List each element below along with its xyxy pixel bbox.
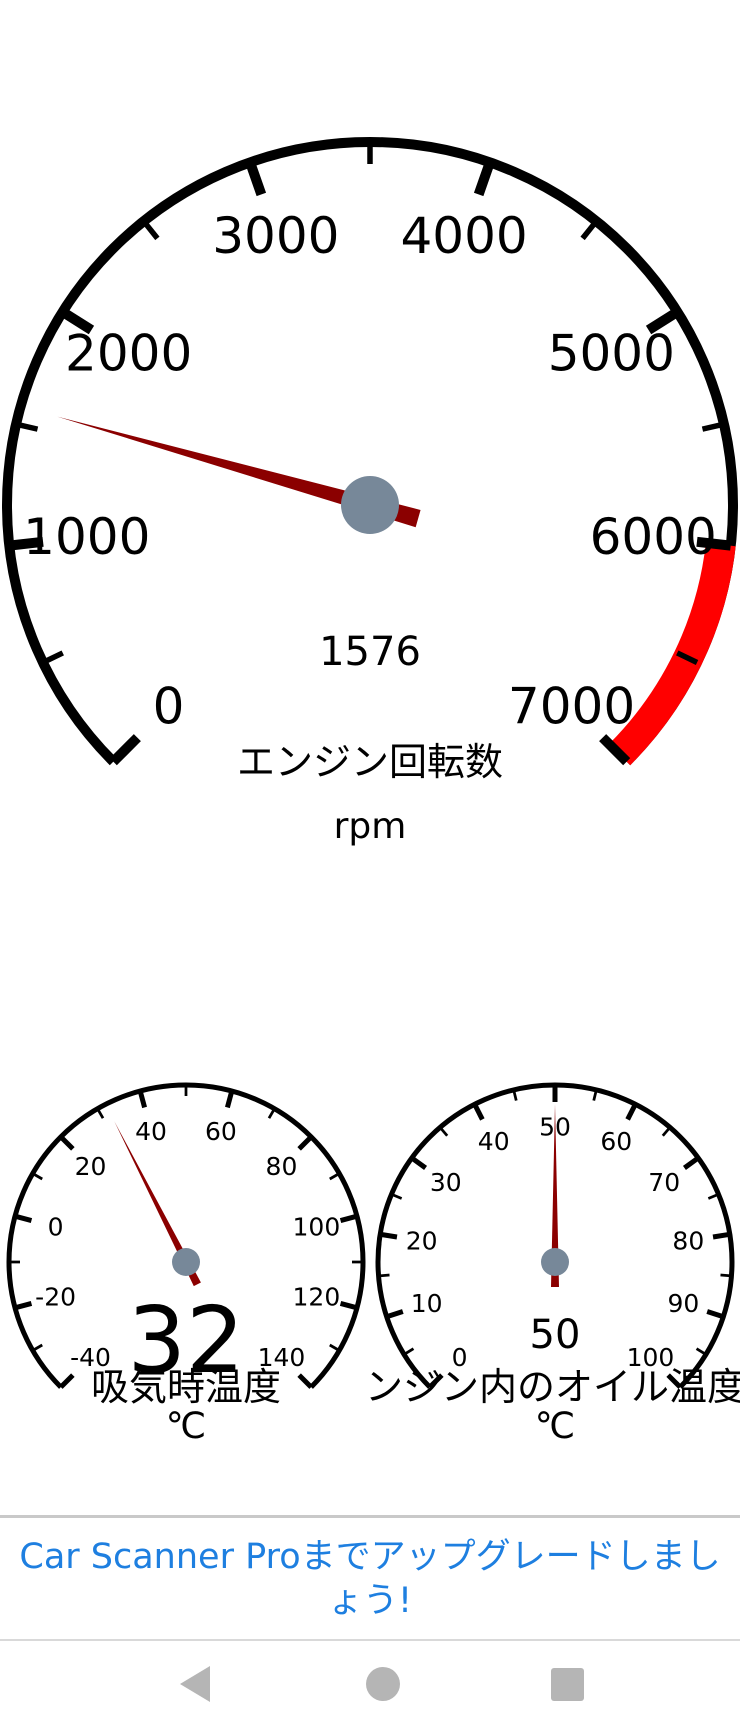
rpm-tick-label: 0 <box>153 678 185 736</box>
oil-temp-unit: ℃ <box>535 1406 575 1447</box>
system-nav-bar <box>0 1641 740 1727</box>
intake-temp-tick-label: 20 <box>75 1152 107 1181</box>
oil-temp-major-tick <box>385 1309 404 1320</box>
intake-temp-tick-label: 80 <box>266 1152 298 1181</box>
intake-temp-gauge: -40-2002040 6080100120140 32 吸気時温度 ℃ <box>6 1082 366 1447</box>
upgrade-pro-link[interactable]: Car Scanner Proまでアップグレードしましょう! <box>0 1535 740 1623</box>
back-button[interactable] <box>174 1663 216 1705</box>
rpm-tick-label: 3000 <box>212 207 339 265</box>
rpm-minor-tick <box>580 219 599 241</box>
intake-temp-major-tick <box>297 1135 313 1151</box>
oil-temp-tick-label: 60 <box>600 1127 632 1156</box>
intake-temp-minor-tick <box>267 1108 276 1119</box>
recent-square-icon <box>550 1667 584 1701</box>
oil-temp-tick-label: 20 <box>406 1226 438 1255</box>
oil-temp-major-tick <box>472 1103 485 1121</box>
intake-temp-major-tick <box>14 1213 33 1224</box>
gauges-panel: 0100020003000 4000500060007000 1576 エンジン回… <box>2 137 740 1447</box>
rpm-tick-label: 5000 <box>548 324 675 382</box>
rpm-tick-label: 4000 <box>401 207 528 265</box>
intake-temp-major-tick <box>14 1300 33 1311</box>
oil-temp-major-tick <box>379 1231 398 1240</box>
oil-temp-title: エンジン内のオイル温度 <box>327 1365 740 1409</box>
oil-temp-tick-label: 30 <box>430 1168 462 1197</box>
intake-temp-major-tick <box>224 1090 235 1109</box>
oil-temp-value: 50 <box>530 1312 581 1358</box>
rpm-needle-hub <box>341 476 399 534</box>
back-triangle-icon <box>180 1666 210 1702</box>
intake-temp-tick-label: -20 <box>35 1282 76 1311</box>
rpm-title: エンジン回転数 <box>237 740 503 784</box>
oil-temp-minor-tick <box>707 1192 720 1200</box>
rpm-gauge: 0 1000 2000 3000 4000 5000 6000 7000 1576 エンジン回… <box>2 137 738 847</box>
oil-temp-tick-label: 90 <box>667 1289 699 1318</box>
rpm-unit: rpm <box>334 806 407 847</box>
rpm-major-tick <box>473 160 495 197</box>
oil-temp-tick-label: 10 <box>411 1289 443 1318</box>
home-circle-icon <box>366 1667 400 1701</box>
rpm-value: 1576 <box>319 629 421 675</box>
oil-temp-minor-tick <box>378 1273 390 1278</box>
intake-temp-minor-tick <box>96 1108 105 1119</box>
oil-temp-gauge: 0102030405060708090100 50 エンジン内のオイル温度 ℃ <box>327 1082 740 1447</box>
oil-temp-needle-hub <box>541 1248 569 1276</box>
intake-temp-tick-label: 0 <box>48 1213 64 1242</box>
intake-temp-major-tick <box>59 1135 75 1151</box>
rpm-tick-label: 1000 <box>23 508 150 566</box>
intake-temp-minor-tick <box>32 1172 43 1181</box>
recent-apps-button[interactable] <box>546 1663 588 1705</box>
rpm-tick-label: 7000 <box>508 678 635 736</box>
oil-temp-major-tick <box>625 1103 638 1121</box>
intake-temp-tick-label: 40 <box>135 1117 167 1146</box>
intake-temp-tick-label: 120 <box>293 1282 341 1311</box>
upgrade-banner: Car Scanner Proまでアップグレードしましょう! <box>0 1515 740 1641</box>
oil-temp-minor-tick <box>390 1192 403 1200</box>
intake-temp-needle-hub <box>172 1248 200 1276</box>
oil-temp-major-tick <box>712 1231 731 1240</box>
rpm-tick-label: 6000 <box>590 508 717 566</box>
rpm-tick-label: 2000 <box>65 324 192 382</box>
intake-temp-minor-tick <box>329 1343 340 1352</box>
oil-temp-tick-label: 40 <box>478 1127 510 1156</box>
oil-temp-major-tick <box>410 1155 428 1170</box>
intake-temp-major-tick <box>297 1373 313 1389</box>
rpm-minor-tick <box>141 219 160 241</box>
intake-temp-minor-tick <box>32 1343 43 1352</box>
intake-temp-title: 吸気時温度 <box>91 1365 281 1409</box>
oil-temp-tick-label: 80 <box>672 1226 704 1255</box>
oil-temp-minor-tick <box>661 1126 671 1137</box>
rpm-major-tick <box>109 734 141 766</box>
oil-temp-minor-tick <box>439 1126 449 1137</box>
intake-temp-major-tick <box>339 1213 358 1224</box>
intake-temp-unit: ℃ <box>166 1406 206 1447</box>
oil-temp-tick-label: 70 <box>648 1168 680 1197</box>
intake-temp-major-tick <box>59 1373 75 1389</box>
oil-temp-major-tick <box>706 1309 725 1320</box>
intake-temp-tick-label: 100 <box>293 1213 341 1242</box>
intake-temp-major-tick <box>137 1090 148 1109</box>
oil-temp-minor-tick <box>695 1347 707 1356</box>
intake-temp-major-tick <box>339 1300 358 1311</box>
oil-temp-major-tick <box>682 1155 700 1170</box>
home-button[interactable] <box>362 1663 404 1705</box>
oil-temp-minor-tick <box>403 1347 415 1356</box>
intake-temp-minor-tick <box>329 1172 340 1181</box>
oil-temp-minor-tick <box>720 1273 732 1278</box>
intake-temp-tick-label: 60 <box>205 1117 237 1146</box>
rpm-major-tick <box>245 160 267 197</box>
